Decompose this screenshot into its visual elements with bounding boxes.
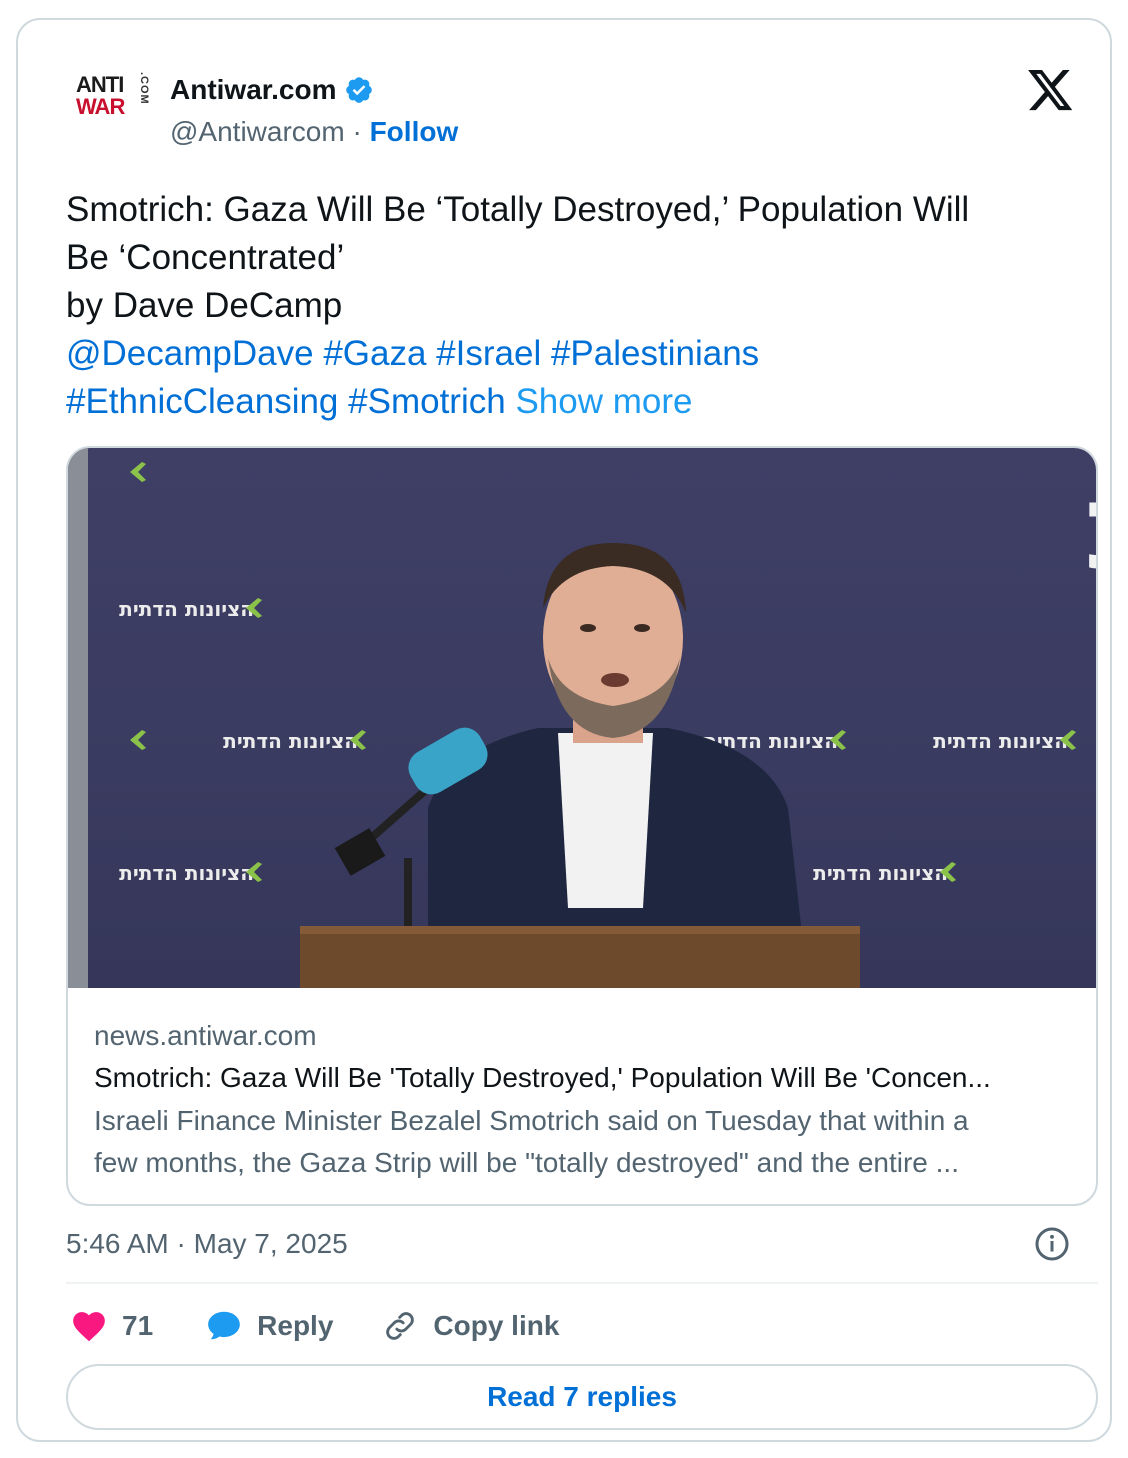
mention-link[interactable]: @DecampDave [66, 334, 314, 373]
like-button[interactable]: 71 [70, 1307, 153, 1345]
avatar-line-1: ANTI [76, 72, 124, 97]
banner-large-text: הציונות הדתית [1088, 458, 1096, 597]
banner-small-text: הציונות הדתית [813, 861, 948, 885]
tweet-line-2: Be ‘Concentrated’ [66, 238, 345, 277]
hashtag-link[interactable]: #Palestinians [551, 334, 759, 373]
hashtag-link[interactable]: #Smotrich [348, 382, 506, 421]
link-chain-icon [386, 1312, 415, 1340]
link-preview-card[interactable]: הציונות הדתית הציונות הדתית הציונות הדתי… [66, 446, 1098, 1206]
x-logo-icon[interactable] [1028, 70, 1074, 112]
tweet-tags-line-2: #EthnicCleansing #Smotrich Show more [66, 378, 1096, 426]
link-meta: news.antiwar.com Smotrich: Gaza Will Be … [94, 1016, 1074, 1184]
handle-row: @Antiwarcom · Follow [170, 116, 458, 148]
hashtag-link[interactable]: #Gaza [323, 334, 426, 373]
avatar-line-2: WAR [76, 94, 125, 119]
hashtag-link[interactable]: #EthnicCleansing [66, 382, 338, 421]
show-more-link[interactable]: Show more [515, 382, 692, 421]
tweet-tags-line-1: @DecampDave #Gaza #Israel #Palestinians [66, 330, 1096, 378]
avatar[interactable]: ANTI WAR .COM [58, 60, 154, 130]
avatar-logo-text: ANTI WAR [76, 72, 125, 119]
banner-small-text: הציונות הדתית [223, 729, 358, 753]
hashtag-link[interactable]: #Israel [436, 334, 541, 373]
author-name[interactable]: Antiwar.com [170, 74, 336, 106]
reply-bubble-icon [208, 1311, 240, 1340]
banner-small-text: הציונות הדתית [119, 861, 254, 885]
tweet-card: ANTI WAR .COM Antiwar.com @Antiwarcom · … [16, 18, 1112, 1442]
action-bar: 71 Reply Copy link [70, 1304, 559, 1348]
press-conference-image: הציונות הדתית הציונות הדתית הציונות הדתי… [68, 448, 1096, 988]
reply-label: Reply [257, 1310, 334, 1341]
link-domain: news.antiwar.com [94, 1020, 317, 1051]
copy-link-label: Copy link [433, 1310, 560, 1341]
heart-icon [73, 1312, 105, 1342]
info-icon[interactable] [1034, 1226, 1070, 1262]
link-description-line-2: few months, the Gaza Strip will be "tota… [94, 1147, 959, 1178]
banner-small-text: הציונות הדתית [119, 597, 254, 621]
link-description-line-1: Israeli Finance Minister Bezalel Smotric… [94, 1105, 969, 1136]
link-preview-image[interactable]: הציונות הדתית הציונות הדתית הציונות הדתי… [68, 448, 1096, 988]
banner-small-text: הציונות הדתית [933, 729, 1068, 753]
separator: · [352, 116, 362, 147]
tweet-byline: by Dave DeCamp [66, 286, 343, 325]
verified-badge-icon [346, 77, 373, 103]
author-name-row[interactable]: Antiwar.com [170, 74, 374, 106]
tweet-text: Smotrich: Gaza Will Be ‘Totally Destroye… [66, 186, 1096, 426]
author-handle[interactable]: @Antiwarcom [170, 116, 345, 147]
divider [66, 1282, 1098, 1284]
follow-button[interactable]: Follow [370, 116, 459, 147]
tweet-line-1: Smotrich: Gaza Will Be ‘Totally Destroye… [66, 190, 970, 229]
reply-button[interactable]: Reply [205, 1307, 333, 1345]
read-replies-button[interactable]: Read 7 replies [66, 1364, 1098, 1430]
link-title: Smotrich: Gaza Will Be 'Totally Destroye… [94, 1062, 991, 1093]
copy-link-button[interactable]: Copy link [381, 1307, 559, 1345]
avatar-com: .COM [138, 72, 150, 105]
tweet-timestamp[interactable]: 5:46 AM · May 7, 2025 [66, 1224, 348, 1264]
like-count: 71 [122, 1310, 154, 1341]
